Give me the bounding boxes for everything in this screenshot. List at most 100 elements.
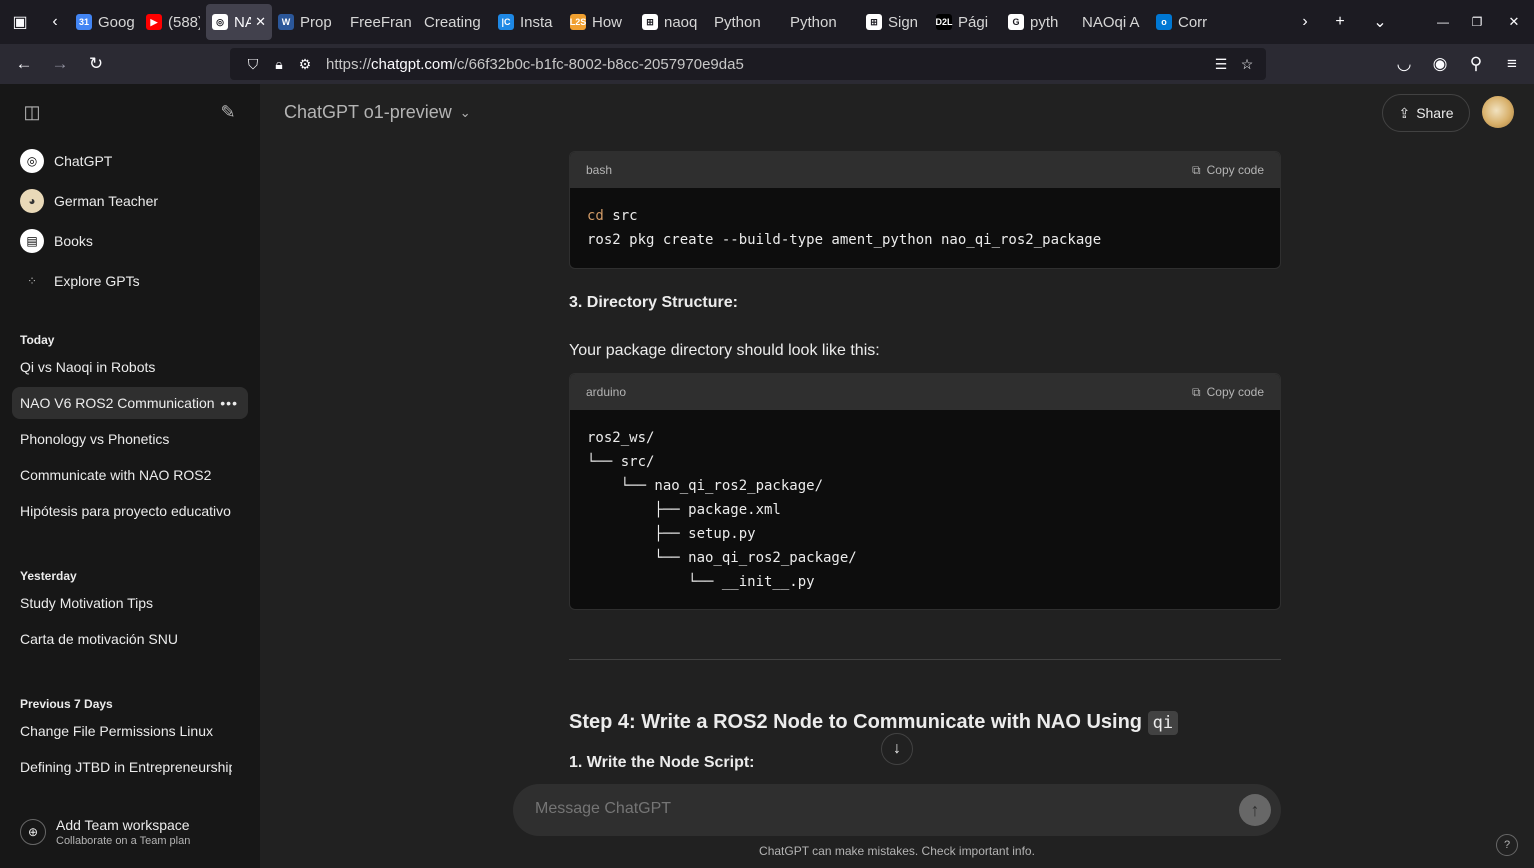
browser-tab[interactable]: ⊞ naoq [636,4,708,40]
pocket-icon[interactable]: ◡ [1386,44,1422,84]
bookmark-star-icon[interactable]: ☆ [1234,56,1260,73]
conversation-title: Hipótesis para proyecto educativo [20,503,231,519]
browser-tab[interactable]: o Corr [1150,4,1222,40]
send-button[interactable]: ↑ [1239,794,1271,826]
account-icon[interactable]: ◉ [1422,44,1458,84]
browser-tab[interactable]: L2S How [564,4,636,40]
new-chat-icon[interactable]: ✎ [216,102,240,126]
add-team-workspace[interactable]: ⊕ Add Team workspace Collaborate on a Te… [12,808,248,856]
conversation-title: NAO V6 ROS2 Communication [20,395,215,411]
reader-view-icon[interactable]: ☰ [1208,56,1234,73]
model-name: ChatGPT o1-preview [284,102,452,122]
permissions-icon[interactable]: ⚙ [292,56,318,73]
reload-icon[interactable]: ↻ [78,44,114,84]
browser-tab[interactable]: 31 Goog [70,4,140,40]
heading-directory-structure: 3. Directory Structure: [569,294,738,311]
copy-icon: ⧉ [1192,384,1201,399]
gpt-item[interactable]: ◕ German Teacher [12,183,248,219]
share-button[interactable]: ⇪ Share [1382,94,1470,132]
conversation-item[interactable]: Phonology vs Phonetics [12,423,248,455]
extensions-icon[interactable]: ⚲ [1458,44,1494,84]
shield-icon[interactable]: ⛉ [240,56,266,73]
d2l-icon: D2L [936,14,953,30]
url-text[interactable]: https://chatgpt.com/c/66f32b0c-b1fc-8002… [326,56,744,73]
books-icon: ▤ [20,229,44,253]
lock-icon[interactable]: 🔒︎ [266,56,292,73]
tab-title: Python [790,13,837,31]
conversation-item[interactable]: NAO V6 ROS2 Communication ••• [12,387,248,419]
forward-icon[interactable]: → [42,44,78,84]
scroll-down-button[interactable]: ↓ [881,733,913,765]
conversation-item[interactable]: Defining JTBD in Entrepreneurship [12,751,248,783]
browser-tab[interactable]: Python [708,4,784,40]
code-language: bash [586,163,613,177]
conversation-item[interactable]: Communicate with NAO ROS2 [12,459,248,491]
minimize-icon[interactable]: — [1426,0,1460,44]
conversation-item[interactable]: Change File Permissions Linux [12,715,248,747]
conversation-item[interactable]: Carta de motivación SNU [12,623,248,655]
tab-title: Python [714,13,761,31]
code-header: bash ⧉ Copy code [570,152,1280,188]
back-icon[interactable]: ← [6,44,42,84]
browser-tab[interactable]: |C Insta [492,4,564,40]
outlook-icon: o [1156,14,1172,30]
restore-icon[interactable]: ❐ [1460,0,1494,44]
tab-title: Sign [888,13,919,31]
conversation-title: Defining JTBD in Entrepreneurship [20,759,232,775]
tab-title: NAOqi A [1082,13,1140,31]
disclaimer: ChatGPT can make mistakes. Check importa… [759,844,1035,858]
browser-tab[interactable]: ◎ NA ✕ [206,4,272,40]
tab-overview-icon[interactable]: ▣ [0,0,40,44]
gpt-item[interactable]: ⁘ Explore GPTs [12,263,248,299]
browser-tab[interactable]: D2L Pági [930,4,1002,40]
message-input[interactable] [535,800,1215,818]
browser-tab[interactable]: ▶ (588) PLAYING [140,4,206,40]
conversation-item[interactable]: Study Motivation Tips [12,587,248,619]
browser-tab[interactable]: Creating [418,4,492,40]
help-label: ? [1503,839,1511,851]
copy-icon: ⧉ [1192,162,1201,177]
copy-code-button[interactable]: ⧉ Copy code [1192,385,1264,400]
gpt-item[interactable]: ◎ ChatGPT [12,143,248,179]
sidebar: ◫ ✎ ◎ ChatGPT ◕ German Teacher ▤ Books ⁘ Explor… [0,84,260,868]
code-line: ros2 pkg create --build-type ament_pytho… [587,232,1102,248]
toggle-sidebar-icon[interactable]: ◫ [20,102,44,126]
team-plus-icon: ⊕ [20,819,46,845]
code-line: src [603,208,638,224]
copy-code-button[interactable]: ⧉ Copy code [1192,163,1264,178]
gpt-item[interactable]: ▤ Books [12,223,248,259]
list-tabs-icon[interactable]: ⌄ [1360,0,1400,44]
menu-icon[interactable]: ≡ [1494,44,1530,84]
close-tab-icon[interactable]: ✕ [255,14,266,30]
conversation-item[interactable]: Qi vs Naoqi in Robots [12,351,248,383]
share-icon: ⇪ [1398,104,1411,121]
browser-tab[interactable]: Gpyth [1002,4,1076,40]
tab-title: Prop [300,13,332,31]
tabs-scroll-left-icon[interactable]: ‹ [40,0,70,44]
browser-tab-bar: ▣ ‹ 31Goog▶(588) PLAYING◎NA✕WPropFreeFra… [0,0,1534,44]
new-tab-icon[interactable]: + [1320,0,1360,44]
url-bar[interactable]: ⛉ 🔒︎ ⚙ https://chatgpt.com/c/66f32b0c-b1… [230,48,1266,80]
heading-write-node: 1. Write the Node Script: [569,754,755,771]
more-options-icon[interactable]: ••• [220,395,238,411]
conversation-title: Carta de motivación SNU [20,631,178,647]
arrow-down-icon: ↓ [893,740,901,757]
browser-tab[interactable]: Python [784,4,860,40]
conversation-title: Communicate with NAO ROS2 [20,467,212,483]
conversation-title: Phonology vs Phonetics [20,431,170,447]
youtube-icon: ▶ [146,14,162,30]
gpt-item-label: ChatGPT [54,153,113,169]
owl-avatar-icon: ◕ [20,189,44,213]
browser-tab[interactable]: NAOqi A [1076,4,1150,40]
help-button[interactable]: ? [1496,834,1518,856]
close-window-icon[interactable]: ✕ [1494,0,1534,44]
divider [569,659,1281,660]
model-selector[interactable]: ChatGPT o1-preview ⌄ [284,102,471,123]
browser-tab[interactable]: W Prop [272,4,344,40]
tabs-scroll-right-icon[interactable]: › [1290,0,1320,44]
chevron-down-icon: ⌄ [459,104,471,120]
browser-tab[interactable]: ⊞ Sign [860,4,930,40]
conversation-item[interactable]: Hipótesis para proyecto educativo [12,495,248,527]
browser-tab[interactable]: FreeFran [344,4,418,40]
avatar[interactable] [1482,96,1514,128]
